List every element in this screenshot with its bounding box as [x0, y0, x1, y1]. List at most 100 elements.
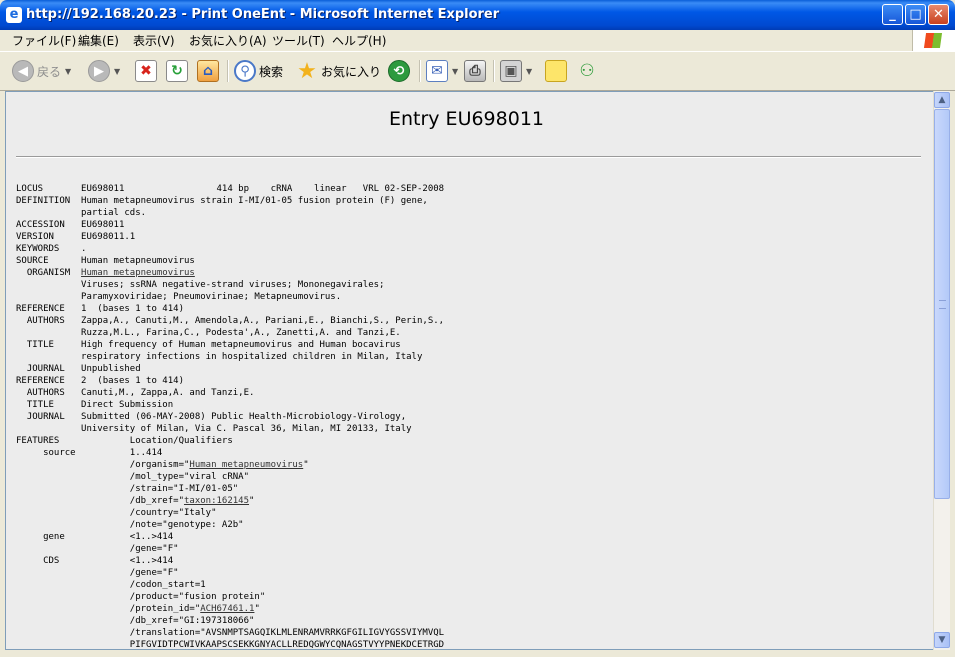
mail-dropdown-icon[interactable]: ▼: [452, 67, 458, 76]
record-field-value: /organism=": [81, 460, 190, 470]
edit-button[interactable]: ▣ ▼: [500, 57, 532, 85]
record-field-key: TITLE: [16, 340, 82, 350]
record-field-key: [16, 280, 81, 290]
record-link[interactable]: ACH67461.1: [200, 604, 254, 614]
menu-favorites[interactable]: お気に入り(A): [189, 32, 267, 49]
record-field-value: /db_xref=": [81, 496, 184, 506]
record-field-key: [16, 520, 81, 530]
edit-dropdown-icon[interactable]: ▼: [526, 67, 532, 76]
record-line: University of Milan, Via C. Pascal 36, M…: [16, 423, 444, 435]
toolbar-separator: [227, 60, 229, 82]
scroll-thumb[interactable]: [934, 109, 950, 499]
record-field-key: [16, 352, 81, 362]
record-line: KEYWORDS .: [16, 243, 444, 255]
record-line: AUTHORS Zappa,A., Canuti,M., Amendola,A.…: [16, 315, 444, 327]
search-button[interactable]: ⚲ 検索: [234, 57, 283, 85]
record-field-value: Human metapneumovirus: [81, 256, 195, 266]
maximize-button[interactable]: □: [905, 4, 926, 25]
record-line: /organism="Human metapneumovirus": [16, 459, 444, 471]
menu-help[interactable]: ヘルプ(H): [332, 32, 386, 49]
record-field-key: FEATURES: [16, 436, 82, 446]
record-line: /mol_type="viral cRNA": [16, 471, 444, 483]
record-field-value: <1..>414: [81, 556, 174, 566]
record-line: JOURNAL Unpublished: [16, 363, 444, 375]
mail-button[interactable]: ✉ ▼: [426, 57, 458, 85]
record-line: Viruses; ssRNA negative-strand viruses; …: [16, 279, 444, 291]
favorites-button[interactable]: ★ お気に入り: [296, 57, 381, 85]
record-field-key: source: [16, 448, 82, 458]
record-field-value: /gene="F": [81, 544, 179, 554]
record-line: REFERENCE 1 (bases 1 to 414): [16, 303, 444, 315]
windows-logo-icon: [912, 30, 955, 51]
record-link[interactable]: Human metapneumovirus: [81, 268, 195, 278]
messenger-button[interactable]: ⚇: [576, 57, 598, 85]
record-line: /strain="I-MI/01-05": [16, 483, 444, 495]
page-content[interactable]: Entry EU698011 LOCUS EU698011 414 bp cRN…: [5, 91, 934, 650]
title-bar[interactable]: e http://192.168.20.23 - Print OneEnt - …: [0, 0, 955, 30]
record-field-value: /product="fusion protein": [81, 592, 266, 602]
record-line: ACCESSION EU698011: [16, 219, 444, 231]
star-icon: ★: [297, 58, 317, 84]
record-field-value: respiratory infections in hospitalized c…: [81, 352, 423, 362]
ie-logo-icon: e: [6, 7, 22, 23]
vertical-scrollbar[interactable]: ▲ ▼: [933, 91, 950, 650]
record-field-value: <1..>414: [81, 532, 174, 542]
menu-tools[interactable]: ツール(T): [272, 32, 325, 49]
home-button[interactable]: ⌂: [197, 57, 219, 85]
record-line: LOCUS EU698011 414 bp cRNA linear VRL 02…: [16, 183, 444, 195]
scroll-up-icon[interactable]: ▲: [934, 92, 950, 108]
record-field-value: /country="Italy": [81, 508, 217, 518]
toolbar-separator: [493, 60, 495, 82]
record-line: Ruzza,M.L., Farina,C., Podesta',A., Zane…: [16, 327, 444, 339]
mail-icon: ✉: [426, 60, 448, 82]
forward-button[interactable]: ▶ ▼: [88, 57, 120, 85]
history-button[interactable]: ⟲: [388, 57, 410, 85]
scroll-down-icon[interactable]: ▼: [934, 632, 950, 648]
record-field-key: [16, 508, 81, 518]
back-button[interactable]: ◀ 戻る ▼: [12, 57, 71, 85]
record-field-key: [16, 604, 81, 614]
menu-edit[interactable]: 編集(E): [78, 32, 119, 49]
menu-view[interactable]: 表示(V): [133, 32, 175, 49]
page-title: Entry EU698011: [388, 108, 545, 130]
discuss-button[interactable]: [545, 57, 567, 85]
record-field-value: /protein_id=": [81, 604, 201, 614]
back-dropdown-icon[interactable]: ▼: [65, 67, 71, 76]
record-field-key: AUTHORS: [16, 316, 82, 326]
stop-icon: ✖: [135, 60, 157, 82]
forward-dropdown-icon[interactable]: ▼: [114, 67, 120, 76]
record-line: AUTHORS Canuti,M., Zappa,A. and Tanzi,E.: [16, 387, 444, 399]
record-field-key: [16, 484, 81, 494]
record-field-value: /db_xref="GI:197318066": [81, 616, 255, 626]
close-button[interactable]: ✕: [928, 4, 949, 25]
record-line: DEFINITION Human metapneumovirus strain …: [16, 195, 444, 207]
favorites-label: お気に入り: [321, 64, 382, 79]
record-field-key: DEFINITION: [16, 196, 82, 206]
minimize-button[interactable]: _: [882, 4, 903, 25]
record-field-key: [16, 628, 81, 638]
toolbar: ◀ 戻る ▼ ▶ ▼ ✖ ↻ ⌂ ⚲ 検索 ★ お気に入り ⟲ ✉ ▼ ⎙ ▣ …: [0, 52, 955, 91]
menu-bar: ファイル(F) 編集(E) 表示(V) お気に入り(A) ツール(T) ヘルプ(…: [0, 30, 955, 52]
record-field-value: /translation="AVSNMPTSAGQIKLMLENRAMVRRKG…: [81, 628, 445, 638]
menu-file[interactable]: ファイル(F): [12, 32, 76, 49]
record-field-value: .: [81, 244, 87, 254]
record-field-key: [16, 568, 81, 578]
record-field-key: JOURNAL: [16, 412, 82, 422]
record-field-value: High frequency of Human metapneumovirus …: [81, 340, 401, 350]
record-line: /protein_id="ACH67461.1": [16, 603, 444, 615]
stop-button[interactable]: ✖: [135, 57, 157, 85]
record-field-value: Location/Qualifiers: [81, 436, 233, 446]
record-line: gene <1..>414: [16, 531, 444, 543]
record-field-value: 1..414: [81, 448, 163, 458]
record-link[interactable]: taxon:162145: [184, 496, 249, 506]
record-link[interactable]: Human metapneumovirus: [189, 460, 303, 470]
record-field-suffix: ": [254, 604, 260, 614]
record-field-key: [16, 460, 81, 470]
print-button[interactable]: ⎙: [464, 57, 486, 85]
notes-icon: [545, 60, 567, 82]
record-line: /gene="F": [16, 567, 444, 579]
record-line: REFERENCE 2 (bases 1 to 414): [16, 375, 444, 387]
refresh-button[interactable]: ↻: [166, 57, 188, 85]
record-line: /product="fusion protein": [16, 591, 444, 603]
record-line: /country="Italy": [16, 507, 444, 519]
